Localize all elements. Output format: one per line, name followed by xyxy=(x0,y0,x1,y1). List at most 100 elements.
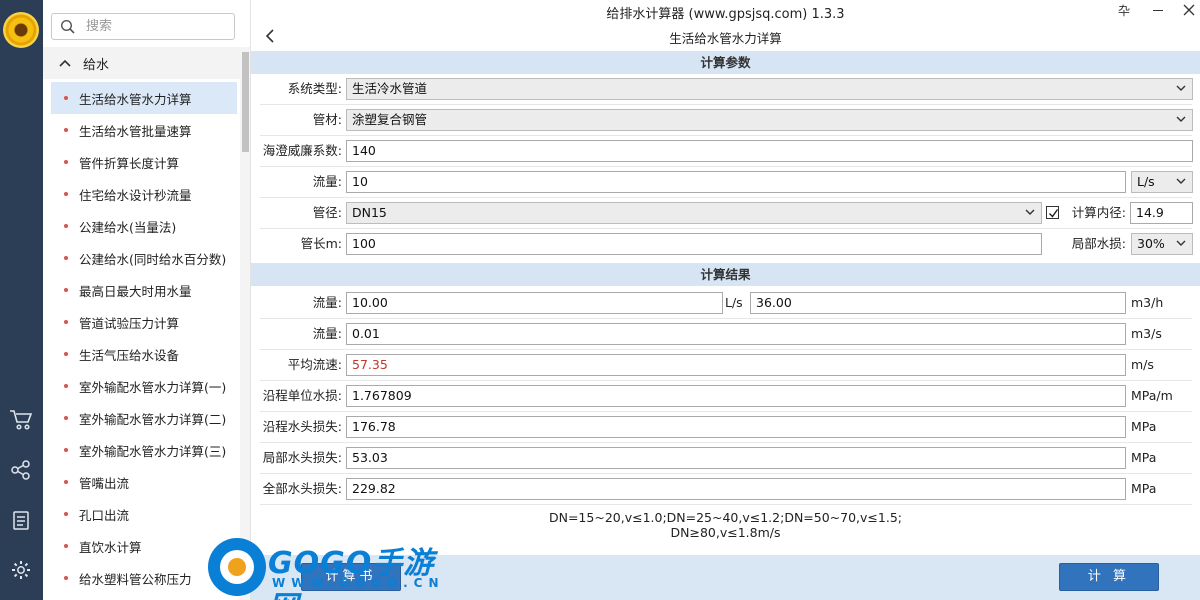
hazen-input[interactable]: 140 xyxy=(346,140,1193,162)
diameter-select[interactable]: DN15 xyxy=(346,202,1042,224)
local-loss-label: 局部水损: xyxy=(1071,236,1126,251)
scrollbar-thumb[interactable] xyxy=(242,52,249,152)
flow-input[interactable]: 10 xyxy=(346,171,1126,193)
params-section-header: 计算参数 xyxy=(251,51,1200,74)
bullet-icon xyxy=(64,576,68,580)
page-header: 生活给水管水力详算 xyxy=(251,24,1200,49)
sidebar-item[interactable]: 管嘴出流 xyxy=(51,466,237,498)
unit-ls: L/s xyxy=(725,295,743,310)
unit-mpam: MPa/m xyxy=(1131,388,1173,403)
watermark-brand: GOGO手游网 xyxy=(268,546,435,600)
calc-diameter-input[interactable]: 14.9 xyxy=(1130,202,1193,224)
total-loss-output: 229.82 xyxy=(346,478,1126,500)
sidebar: 给水 生活给水管水力详算 生活给水管批量速算 管件折算长度计算 住宅给水设计秒流… xyxy=(43,0,251,600)
sidebar-item[interactable]: 室外输配水管水力详算(二) xyxy=(51,402,237,434)
minimize-icon[interactable] xyxy=(1153,10,1163,11)
clipboard-icon[interactable] xyxy=(8,507,34,533)
sidebar-group-water-supply[interactable]: 给水 xyxy=(43,47,241,79)
unit-mpa: MPa xyxy=(1131,481,1157,496)
result-flow-ls: 10.00 xyxy=(346,292,723,314)
length-input[interactable]: 100 xyxy=(346,233,1042,255)
unit-mpa: MPa xyxy=(1131,419,1157,434)
window-titlebar: 给排水计算器 (www.gpsjsq.com) 1.3.3 卆 xyxy=(251,0,1200,22)
row-divider xyxy=(260,349,1192,350)
close-icon[interactable] xyxy=(1183,4,1195,16)
calculate-button[interactable]: 计 算 xyxy=(1059,563,1159,591)
sidebar-item[interactable]: 公建给水(同时给水百分数) xyxy=(51,242,237,274)
bullet-icon xyxy=(64,320,68,324)
gear-icon[interactable] xyxy=(8,557,34,583)
bullet-icon xyxy=(64,448,68,452)
row-divider xyxy=(260,104,1192,105)
material-select[interactable]: 涂塑复合钢管 xyxy=(346,109,1193,131)
results-section-header: 计算结果 xyxy=(251,263,1200,286)
sidebar-scrollbar[interactable] xyxy=(240,47,250,600)
velocity-output: 57.35 xyxy=(346,354,1126,376)
search-input[interactable] xyxy=(86,17,226,36)
bullet-icon xyxy=(64,224,68,228)
bullet-icon xyxy=(64,192,68,196)
sidebar-item[interactable]: 管件折算长度计算 xyxy=(51,146,237,178)
sidebar-item[interactable]: 公建给水(当量法) xyxy=(51,210,237,242)
sidebar-item[interactable]: 生活给水管水力详算 xyxy=(51,82,237,114)
sidebar-item[interactable]: 室外输配水管水力详算(一) xyxy=(51,370,237,402)
sidebar-item[interactable]: 生活气压给水设备 xyxy=(51,338,237,370)
velocity-label: 平均流速: xyxy=(287,357,342,372)
unit-ms: m/s xyxy=(1131,357,1154,372)
sidebar-item[interactable]: 住宅给水设计秒流量 xyxy=(51,178,237,210)
bullet-icon xyxy=(64,480,68,484)
unit-m3s: m3/s xyxy=(1131,326,1162,341)
pin-icon[interactable]: 卆 xyxy=(1118,2,1130,19)
chevron-down-icon xyxy=(1176,178,1186,184)
row-divider xyxy=(260,442,1192,443)
unit-loss-label: 沿程单位水损: xyxy=(262,388,342,403)
sidebar-item[interactable]: 最高日最大时用水量 xyxy=(51,274,237,306)
bullet-icon xyxy=(64,384,68,388)
icon-rail xyxy=(0,0,43,600)
row-divider xyxy=(260,380,1192,381)
chevron-down-icon xyxy=(1176,116,1186,122)
checkmark-icon xyxy=(1049,209,1059,218)
chevron-down-icon xyxy=(1176,240,1186,246)
result-flow2-label: 流量: xyxy=(312,326,342,341)
unit-loss-output: 1.767809 xyxy=(346,385,1126,407)
velocity-note-line1: DN=15~20,v≤1.0;DN=25~40,v≤1.2;DN=50~70,v… xyxy=(548,510,902,525)
unit-m3h: m3/h xyxy=(1131,295,1164,310)
local-head-loss-output: 53.03 xyxy=(346,447,1126,469)
row-divider xyxy=(260,473,1192,474)
search-box[interactable] xyxy=(51,13,235,40)
length-label: 管长m: xyxy=(300,236,342,251)
result-flow-m3s: 0.01 xyxy=(346,323,1126,345)
sidebar-item[interactable]: 室外输配水管水力详算(三) xyxy=(51,434,237,466)
sidebar-nav-list: 生活给水管水力详算 生活给水管批量速算 管件折算长度计算 住宅给水设计秒流量 公… xyxy=(51,82,237,594)
row-divider xyxy=(260,197,1192,198)
result-flow-m3h: 36.00 xyxy=(750,292,1126,314)
window-title: 给排水计算器 (www.gpsjsq.com) 1.3.3 xyxy=(606,7,845,22)
row-divider xyxy=(260,318,1192,319)
local-loss-select[interactable]: 30% xyxy=(1131,233,1193,255)
system-type-select[interactable]: 生活冷水管道 xyxy=(346,78,1193,100)
share-icon[interactable] xyxy=(8,457,34,483)
sidebar-item[interactable]: 生活给水管批量速算 xyxy=(51,114,237,146)
flow-unit-select[interactable]: L/s xyxy=(1131,171,1193,193)
bullet-icon xyxy=(64,416,68,420)
unit-mpa: MPa xyxy=(1131,450,1157,465)
bullet-icon xyxy=(64,256,68,260)
friction-loss-label: 沿程水头损失: xyxy=(262,419,342,434)
bullet-icon xyxy=(64,544,68,548)
chevron-down-icon xyxy=(1025,209,1035,215)
chevron-up-icon xyxy=(59,59,71,67)
row-divider xyxy=(260,411,1192,412)
sidebar-item[interactable]: 管道试验压力计算 xyxy=(51,306,237,338)
system-type-label: 系统类型: xyxy=(287,81,342,96)
sunflower-logo-icon xyxy=(3,12,39,48)
sidebar-item[interactable]: 孔口出流 xyxy=(51,498,237,530)
row-divider xyxy=(260,228,1192,229)
total-loss-label: 全部水头损失: xyxy=(262,481,342,496)
cart-icon[interactable] xyxy=(8,407,34,433)
bullet-icon xyxy=(64,160,68,164)
result-flow-label: 流量: xyxy=(312,295,342,310)
watermark-logo: GOGO手游网 WWW.GOGO.CN xyxy=(208,534,448,600)
friction-loss-output: 176.78 xyxy=(346,416,1126,438)
calc-diameter-checkbox[interactable] xyxy=(1046,206,1059,219)
